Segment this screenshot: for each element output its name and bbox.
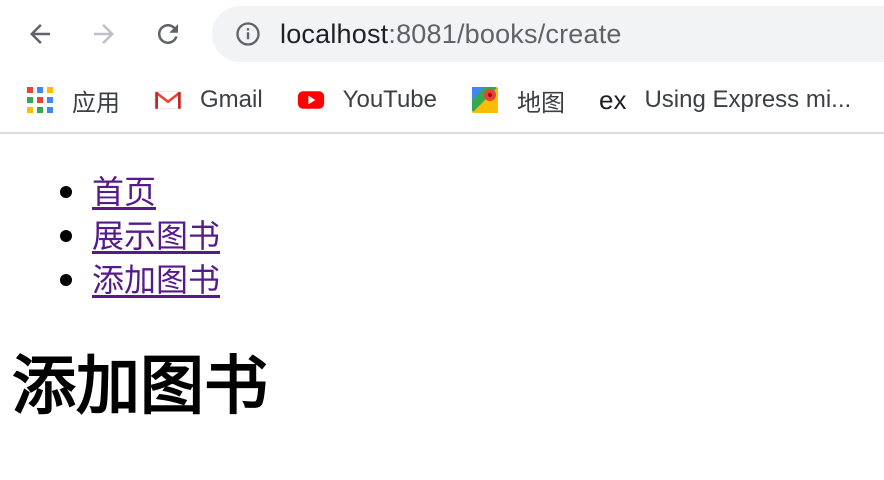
reload-icon [158,24,178,44]
bookmark-label: YouTube [342,86,437,113]
bookmarks-bar: 应用 Gmail YouTube 地图 ex Using Express mi.… [0,68,884,134]
page-title: 添加图书 [12,350,268,422]
nav-list: 首页 展示图书 添加图书 [60,170,220,302]
maps-icon [471,86,499,114]
bullet-icon [60,274,72,286]
link-add-book[interactable]: 添加图书 [92,262,220,298]
bookmark-label: 应用 [72,89,120,117]
reload-button[interactable] [148,14,188,54]
address-bar[interactable]: localhost:8081/books/create [212,6,884,62]
arrow-right-icon [94,24,114,44]
browser-toolbar: localhost:8081/books/create [0,0,884,68]
apps-grid-icon [26,86,54,114]
express-icon: ex [598,84,627,115]
link-show-books[interactable]: 展示图书 [92,218,220,254]
back-button[interactable] [20,14,60,54]
bookmark-label: Gmail [200,86,263,113]
bookmark-apps[interactable]: 应用 [26,83,120,118]
link-home[interactable]: 首页 [92,174,156,210]
gmail-icon [154,86,182,114]
bullet-icon [60,186,72,198]
bookmark-express[interactable]: ex Using Express mi... [598,84,852,115]
list-item: 添加图书 [60,258,220,302]
bookmark-youtube[interactable]: YouTube [297,86,437,114]
bookmark-label: 地图 [516,89,565,117]
bullet-icon [60,230,72,242]
url-text: localhost:8081/books/create [280,19,622,50]
bookmark-gmail[interactable]: Gmail [154,86,263,114]
youtube-icon [297,86,325,114]
info-icon[interactable] [234,20,262,48]
url-path: :8081/books/create [388,18,622,49]
arrow-left-icon [30,24,50,44]
bookmark-maps[interactable]: 地图 [471,83,565,118]
url-host: localhost [280,18,389,49]
browser-chrome: localhost:8081/books/create 应用 Gmail You… [0,0,884,134]
bookmark-label: Using Express mi... [644,86,852,113]
list-item: 首页 [60,170,220,214]
forward-button[interactable] [84,14,124,54]
list-item: 展示图书 [60,214,220,258]
